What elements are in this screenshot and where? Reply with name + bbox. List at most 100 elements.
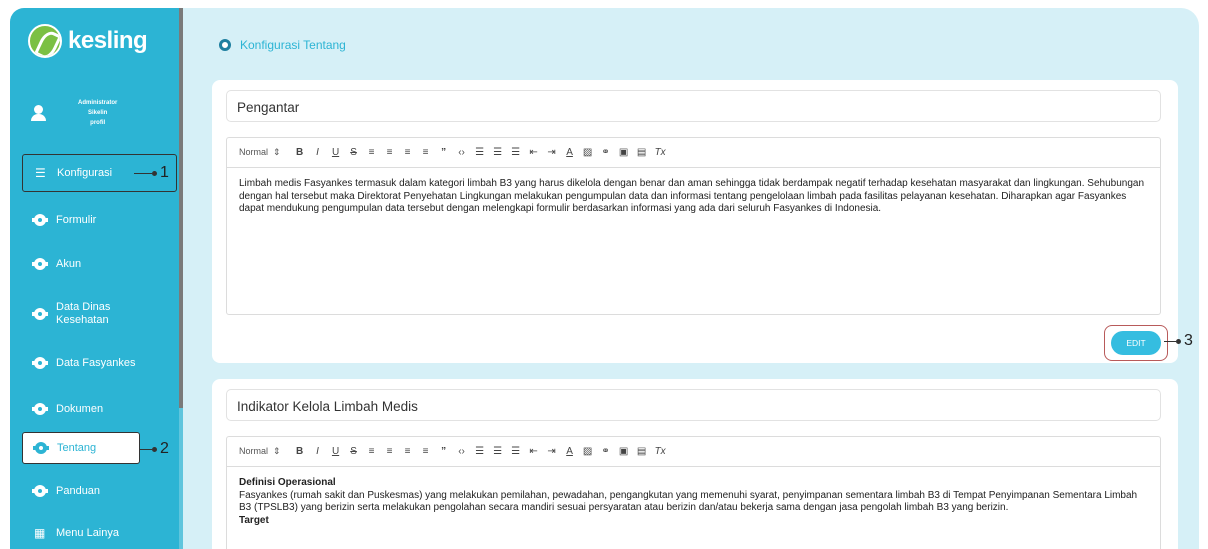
bullet-list-icon[interactable]: ☰	[493, 147, 503, 158]
align-center-icon[interactable]: ≡	[385, 147, 395, 158]
sidebar-item-dokumen[interactable]: Dokumen	[22, 390, 177, 428]
gear-icon	[32, 308, 48, 320]
callout-number: 2	[160, 440, 169, 457]
checklist-icon[interactable]: ☰	[511, 446, 521, 457]
editor-toolbar: Normal ⇕ B I U S ≡ ≡ ≡ ≡ ” ‹› ☰ ☰ ☰ ⇤ ⇥ …	[226, 436, 1161, 466]
sidebar-item-data-fasyankes[interactable]: Data Fasyankes	[22, 344, 177, 382]
gear-icon	[32, 258, 48, 270]
circle-icon	[219, 39, 231, 51]
sidebar-item-data-dinas-kesehatan[interactable]: Data Dinas Kesehatan	[22, 295, 177, 333]
callout-2: 2	[140, 440, 169, 458]
ordered-list-icon[interactable]: ☰	[475, 446, 485, 457]
callout-dot	[152, 446, 157, 452]
indent-decrease-icon[interactable]: ⇤	[529, 147, 539, 158]
underline-icon[interactable]: U	[331, 446, 341, 457]
bullet-list-icon[interactable]: ☰	[493, 446, 503, 457]
align-center-icon[interactable]: ≡	[385, 446, 395, 457]
background-color-icon[interactable]: ▨	[583, 446, 593, 457]
grid-icon: ▦	[34, 526, 46, 540]
callout-number: 1	[160, 164, 169, 181]
sidebar-item-label: Tentang	[57, 442, 97, 454]
callout-3: 3	[1164, 332, 1193, 350]
align-left-icon[interactable]: ≡	[367, 147, 377, 158]
avatar-icon	[28, 103, 48, 123]
title-input[interactable]: Indikator Kelola Limbah Medis	[226, 389, 1161, 421]
image-icon[interactable]: ▣	[619, 446, 629, 457]
checklist-icon[interactable]: ☰	[511, 147, 521, 158]
callout-dot	[152, 170, 157, 176]
user-name: Sikelin	[88, 110, 108, 116]
indent-increase-icon[interactable]: ⇥	[547, 147, 557, 158]
sidebar: kesling Administrator Sikelin profil ☰ K…	[10, 8, 183, 549]
align-right-icon[interactable]: ≡	[403, 147, 413, 158]
quote-icon[interactable]: ”	[439, 446, 449, 457]
sidebar-item-label: Dokumen	[56, 403, 104, 415]
video-icon[interactable]: ▤	[637, 446, 647, 457]
ordered-list-icon[interactable]: ☰	[475, 147, 485, 158]
background-color-icon[interactable]: ▨	[583, 147, 593, 158]
gear-icon	[32, 485, 48, 497]
sidebar-item-label: Data Fasyankes	[56, 357, 136, 369]
bold-icon[interactable]: B	[295, 147, 305, 158]
edit-button[interactable]: EDIT	[1111, 331, 1161, 355]
kesling-logo-icon	[28, 24, 62, 58]
user-role: Administrator	[78, 100, 118, 106]
font-color-icon[interactable]: A	[565, 446, 575, 457]
title-input[interactable]: Pengantar	[226, 90, 1161, 122]
align-justify-icon[interactable]: ≡	[421, 147, 431, 158]
main-content: Konfigurasi Tentang Pengantar Normal ⇕ B…	[183, 8, 1199, 549]
bold-icon[interactable]: B	[295, 446, 305, 457]
brand: kesling	[28, 24, 148, 58]
user-info: Administrator Sikelin profil	[78, 98, 117, 128]
callout-line	[134, 172, 152, 174]
sidebar-item-tentang[interactable]: Tentang	[22, 432, 140, 464]
image-icon[interactable]: ▣	[619, 147, 629, 158]
italic-icon[interactable]: I	[313, 147, 323, 158]
sidebar-item-label: Panduan	[56, 485, 101, 497]
quote-icon[interactable]: ”	[439, 147, 449, 158]
italic-icon[interactable]: I	[313, 446, 323, 457]
align-justify-icon[interactable]: ≡	[421, 446, 431, 457]
brand-name: kesling	[68, 27, 148, 54]
sliders-icon: ☰	[35, 166, 46, 180]
sidebar-item-panduan[interactable]: Panduan	[22, 472, 177, 510]
code-icon[interactable]: ‹›	[457, 147, 467, 158]
clear-format-icon[interactable]: Tx	[655, 147, 666, 158]
format-select[interactable]: Normal ⇕	[239, 147, 281, 158]
editor-body[interactable]: Limbah medis Fasyankes termasuk dalam ka…	[226, 167, 1161, 315]
strike-icon[interactable]: S	[349, 446, 359, 457]
format-select[interactable]: Normal ⇕	[239, 446, 281, 457]
callout-line	[140, 448, 152, 450]
gear-icon	[33, 442, 49, 454]
page-title: Konfigurasi Tentang	[219, 38, 346, 52]
section-heading: Definisi Operasional	[239, 477, 336, 488]
code-icon[interactable]: ‹›	[457, 446, 467, 457]
sidebar-item-akun[interactable]: Akun	[22, 245, 177, 283]
gear-icon	[32, 357, 48, 369]
indent-increase-icon[interactable]: ⇥	[547, 446, 557, 457]
video-icon[interactable]: ▤	[637, 147, 647, 158]
section-heading: Target	[239, 514, 269, 526]
page-title-text: Konfigurasi Tentang	[240, 38, 346, 52]
sidebar-item-label: Formulir	[56, 214, 97, 226]
card-pengantar: Pengantar Normal ⇕ B I U S ≡ ≡ ≡ ≡ ” ‹› …	[212, 80, 1178, 363]
user-profile-link[interactable]: profil	[78, 118, 117, 128]
user-profile[interactable]: Administrator Sikelin profil	[28, 88, 173, 138]
link-icon[interactable]: ⚭	[601, 446, 611, 457]
indent-decrease-icon[interactable]: ⇤	[529, 446, 539, 457]
strike-icon[interactable]: S	[349, 147, 359, 158]
editor-body[interactable]: Definisi Operasional Fasyankes (rumah sa…	[226, 466, 1161, 549]
link-icon[interactable]: ⚭	[601, 147, 611, 158]
sidebar-item-label: Akun	[56, 258, 82, 270]
sidebar-item-label: Data Dinas Kesehatan	[56, 301, 111, 326]
underline-icon[interactable]: U	[331, 147, 341, 158]
sidebar-item-menu-lainya[interactable]: ▦ Menu Lainya	[22, 514, 177, 549]
callout-line	[1164, 340, 1176, 342]
align-right-icon[interactable]: ≡	[403, 446, 413, 457]
gear-icon	[32, 214, 48, 226]
font-color-icon[interactable]: A	[565, 147, 575, 158]
sidebar-item-formulir[interactable]: Formulir	[22, 201, 177, 239]
align-left-icon[interactable]: ≡	[367, 446, 377, 457]
clear-format-icon[interactable]: Tx	[655, 446, 666, 457]
editor-toolbar: Normal ⇕ B I U S ≡ ≡ ≡ ≡ ” ‹› ☰ ☰ ☰ ⇤ ⇥ …	[226, 137, 1161, 167]
